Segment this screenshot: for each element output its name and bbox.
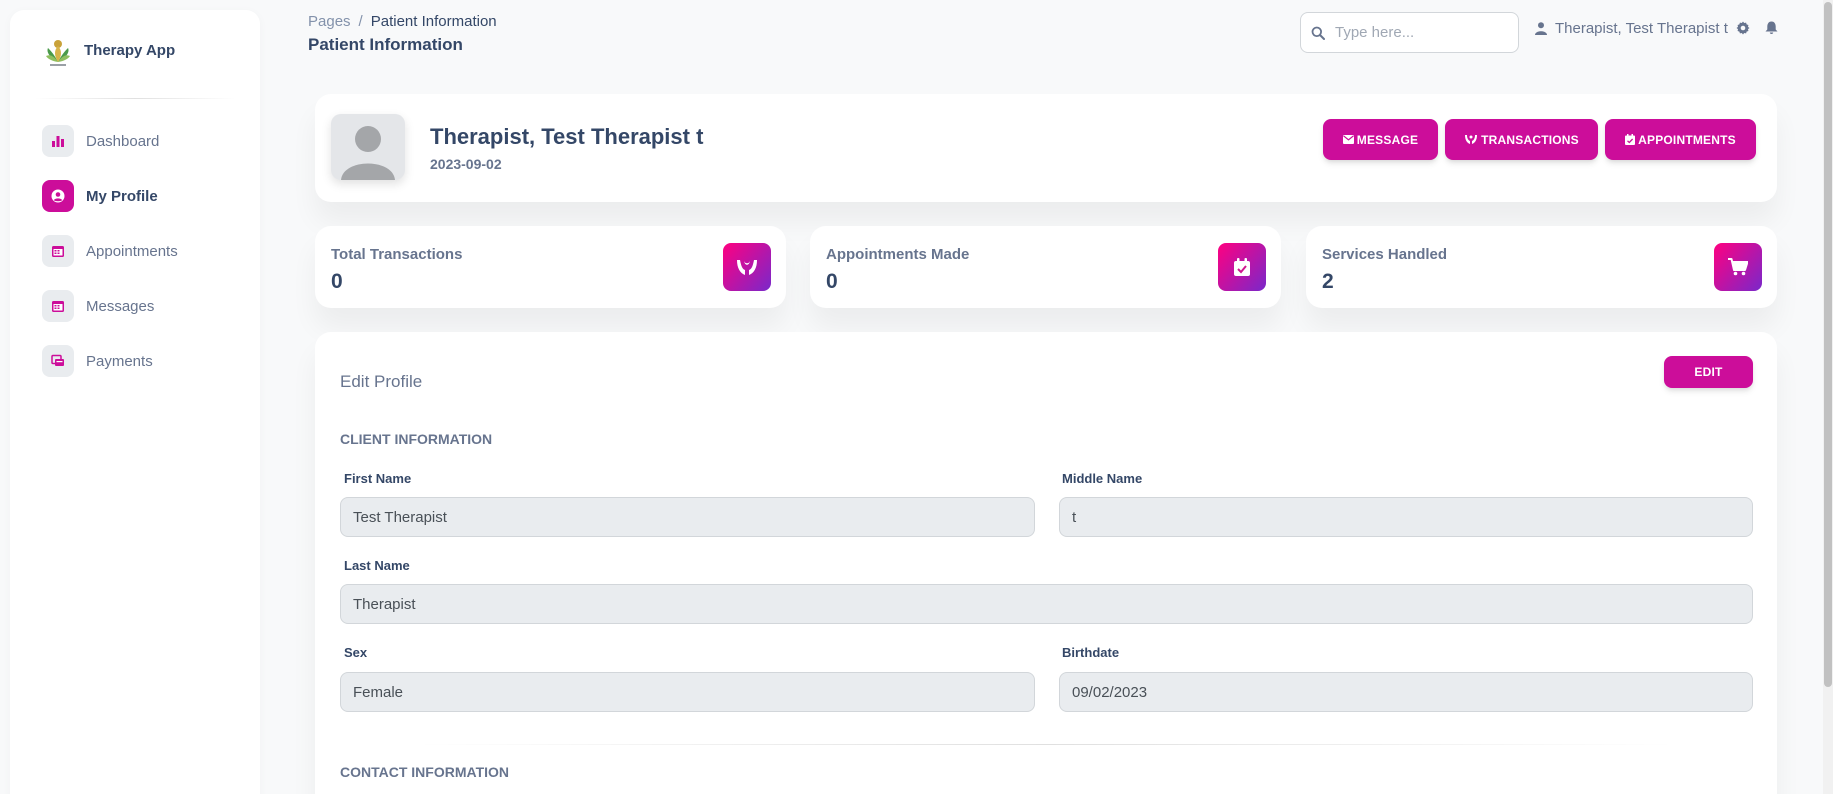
brand-name: Therapy App	[84, 41, 176, 59]
sidebar-item-label: Messages	[86, 297, 155, 315]
profile-name: Therapist, Test Therapist t	[430, 124, 704, 149]
breadcrumb-separator: /	[358, 13, 363, 30]
calendar-icon	[42, 235, 74, 267]
sex-label: Sex	[344, 645, 368, 660]
contact-information-heading: CONTACT INFORMATION	[340, 764, 510, 780]
brand[interactable]: Therapy App	[10, 10, 260, 90]
edit-profile-card: Edit Profile EDIT CLIENT INFORMATION Fir…	[315, 332, 1777, 794]
sidebar-item-label: My Profile	[86, 187, 158, 205]
user-circle-icon	[42, 180, 74, 212]
profile-date: 2023-09-02	[430, 156, 502, 172]
stat-card-total-transactions: Total Transactions 0	[315, 226, 786, 308]
section-divider	[415, 744, 1677, 745]
envelope-icon	[1342, 135, 1354, 144]
scrollbar-thumb[interactable]	[1824, 2, 1832, 687]
payment-icon	[42, 345, 74, 377]
edit-profile-title: Edit Profile	[340, 372, 423, 391]
transactions-button-label: TRANSACTIONS	[1481, 132, 1579, 147]
appointments-button-label: APPOINTMENTS	[1638, 132, 1736, 147]
first-name-label: First Name	[344, 471, 412, 486]
user-menu[interactable]: Therapist, Test Therapist t	[1535, 20, 1728, 37]
page-scrollbar[interactable]	[1823, 0, 1833, 794]
sidebar-nav: Dashboard My Profile Appointments Messag…	[10, 99, 260, 385]
sidebar-item-dashboard[interactable]: Dashboard	[10, 117, 260, 165]
message-button-label: MESSAGE	[1356, 132, 1419, 147]
avatar	[331, 114, 405, 180]
profile-header-card: Therapist, Test Therapist t 2023-09-02 M…	[315, 94, 1777, 202]
page-title: Patient Information	[308, 35, 463, 54]
user-name: Therapist, Test Therapist t	[1555, 20, 1728, 37]
sidebar-item-payments[interactable]: Payments	[10, 337, 260, 385]
stat-label: Appointments Made	[826, 246, 970, 263]
middle-name-field[interactable]	[1059, 497, 1753, 537]
transactions-button[interactable]: TRANSACTIONS	[1445, 119, 1598, 160]
calendar-check-icon	[1625, 134, 1636, 145]
search-input[interactable]	[1335, 24, 1505, 41]
sidebar: Therapy App Dashboard My Profile Appoint…	[10, 10, 260, 794]
breadcrumb: Pages / Patient Information	[308, 13, 497, 30]
sidebar-item-label: Dashboard	[86, 132, 160, 150]
birthdate-label: Birthdate	[1062, 645, 1120, 660]
breadcrumb-current: Patient Information	[370, 13, 497, 30]
sidebar-item-my-profile[interactable]: My Profile	[10, 172, 260, 220]
stat-label: Services Handled	[1322, 246, 1448, 263]
sidebar-item-messages[interactable]: Messages	[10, 282, 260, 330]
search-box	[1300, 12, 1519, 53]
stat-card-appointments-made: Appointments Made 0	[810, 226, 1281, 308]
sidebar-item-appointments[interactable]: Appointments	[10, 227, 260, 275]
user-icon	[1535, 22, 1547, 35]
lotus-logo	[46, 40, 70, 66]
sidebar-item-label: Appointments	[86, 242, 178, 260]
middle-name-label: Middle Name	[1062, 471, 1143, 486]
message-button[interactable]: MESSAGE	[1323, 119, 1438, 160]
last-name-label: Last Name	[344, 558, 410, 573]
edit-button-label: EDIT	[1694, 365, 1723, 379]
search-icon	[1311, 26, 1325, 40]
hands-icon	[723, 243, 771, 291]
sex-field[interactable]	[340, 672, 1035, 712]
calendar-check-icon	[1218, 243, 1266, 291]
stat-card-services-handled: Services Handled 2	[1306, 226, 1777, 308]
birthdate-field[interactable]	[1059, 672, 1753, 712]
hands-icon	[1465, 135, 1478, 144]
first-name-field[interactable]	[340, 497, 1035, 537]
stat-label: Total Transactions	[331, 246, 463, 263]
last-name-field[interactable]	[340, 584, 1753, 624]
edit-button[interactable]: EDIT	[1664, 356, 1753, 388]
stat-value: 2	[1322, 270, 1334, 293]
appointments-button[interactable]: APPOINTMENTS	[1605, 119, 1756, 160]
stat-value: 0	[826, 270, 838, 293]
stat-value: 0	[331, 270, 343, 293]
calendar-icon	[42, 290, 74, 322]
sidebar-item-label: Payments	[86, 352, 153, 370]
client-information-heading: CLIENT INFORMATION	[340, 431, 493, 447]
bell-icon[interactable]	[1765, 21, 1778, 35]
breadcrumb-root[interactable]: Pages	[308, 13, 351, 30]
chart-bar-icon	[42, 125, 74, 157]
gear-icon[interactable]	[1736, 21, 1750, 35]
cart-icon	[1714, 243, 1762, 291]
